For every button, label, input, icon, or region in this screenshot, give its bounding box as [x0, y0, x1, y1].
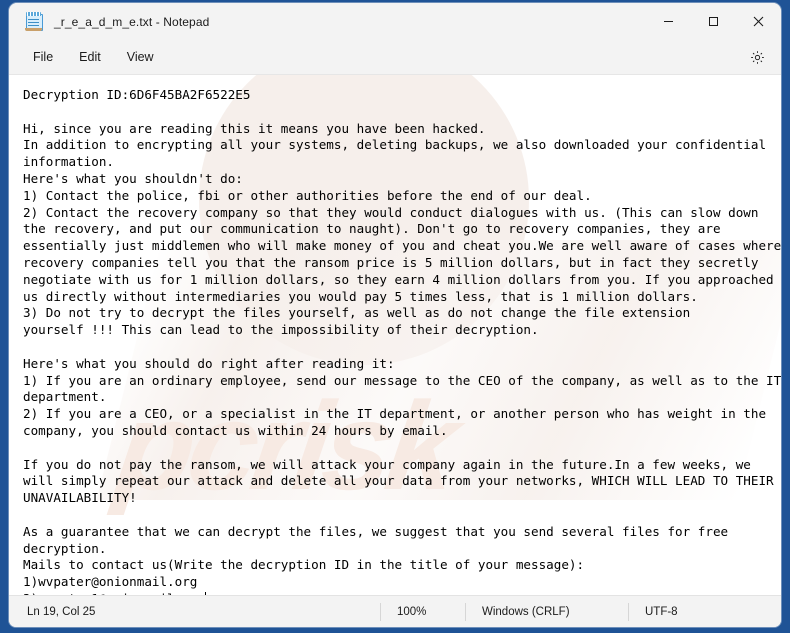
notepad-icon	[25, 12, 43, 31]
menu-item-file[interactable]: File	[23, 45, 63, 69]
text-caret	[204, 591, 206, 595]
gear-icon[interactable]	[743, 44, 771, 70]
minimize-button[interactable]	[646, 3, 691, 40]
status-encoding[interactable]: UTF-8	[628, 602, 781, 621]
ransom-note-text[interactable]: Decryption ID:6D6F45BA2F6522E5 Hi, since…	[9, 75, 781, 595]
maximize-button[interactable]	[691, 3, 736, 40]
window-title: _r_e_a_d_m_e.txt - Notepad	[54, 14, 210, 29]
close-button[interactable]	[736, 3, 781, 40]
notepad-window: _r_e_a_d_m_e.txt - Notepad File Edit Vie…	[9, 3, 781, 627]
status-zoom-level[interactable]: 100%	[380, 602, 465, 621]
text-editor-area[interactable]: pcrisk Decryption ID:6D6F45BA2F6522E5 Hi…	[9, 75, 781, 595]
menu-bar: File Edit View	[9, 40, 781, 75]
menu-item-view[interactable]: View	[117, 45, 164, 69]
status-cursor-position: Ln 19, Col 25	[27, 605, 96, 618]
title-bar[interactable]: _r_e_a_d_m_e.txt - Notepad	[9, 3, 781, 40]
desktop-background: _r_e_a_d_m_e.txt - Notepad File Edit Vie…	[0, 0, 790, 633]
status-line-ending[interactable]: Windows (CRLF)	[465, 602, 628, 621]
menu-item-edit[interactable]: Edit	[69, 45, 111, 69]
status-bar: Ln 19, Col 25 100% Windows (CRLF) UTF-8	[9, 595, 781, 627]
window-controls	[646, 3, 781, 40]
